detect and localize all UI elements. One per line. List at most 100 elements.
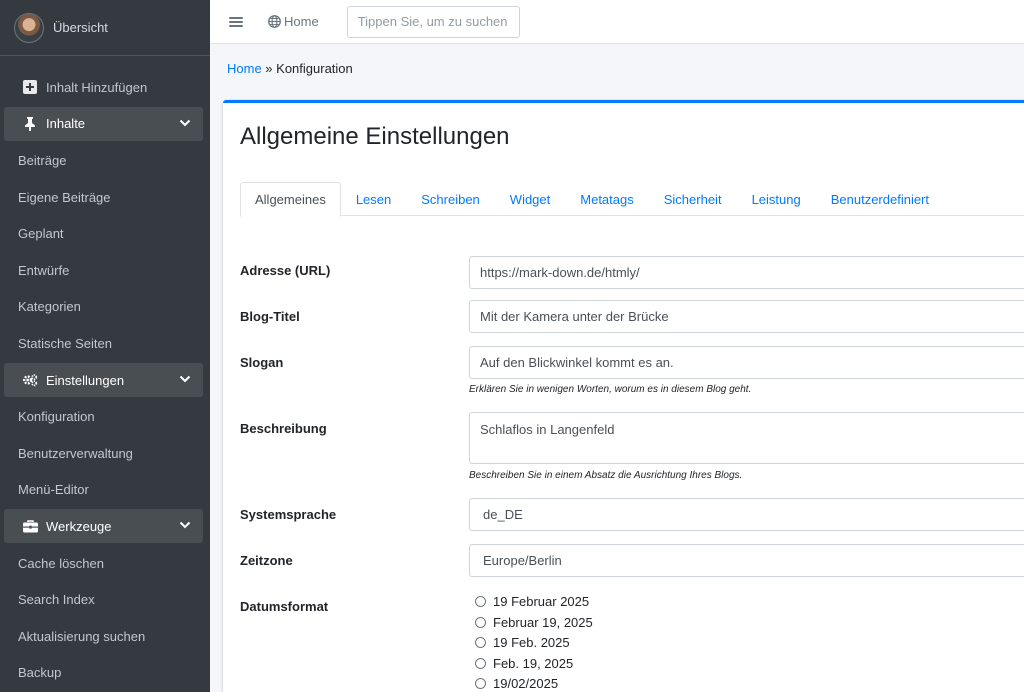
settings-card: Allgemeine Einstellungen Allgemeines Les… [223, 100, 1024, 692]
sidebar-item-label: Kategorien [18, 299, 81, 315]
sidebar-section-tools[interactable]: Werkzeuge [4, 509, 203, 544]
sidebar-item-drafts[interactable]: Entwürfe [0, 252, 210, 289]
sidebar-item-posts[interactable]: Beiträge [0, 142, 210, 179]
sidebar-item-clear-cache[interactable]: Cache löschen [0, 545, 210, 582]
description-label: Beschreibung [240, 421, 327, 436]
sidebar-item-menu-editor[interactable]: Menü-Editor [0, 472, 210, 509]
breadcrumb: Home » Konfiguration [227, 61, 353, 76]
sidebar-item-categories[interactable]: Kategorien [0, 289, 210, 326]
sidebar-item-scheduled[interactable]: Geplant [0, 215, 210, 252]
page-title: Allgemeine Einstellungen [240, 123, 510, 150]
sidebar-item-static-pages[interactable]: Statische Seiten [0, 325, 210, 362]
sidebar-section-label: Einstellungen [46, 372, 125, 388]
sidebar-section-label: Inhalte [46, 116, 86, 132]
user-panel[interactable]: Übersicht [0, 0, 210, 56]
avatar [14, 12, 44, 43]
url-value: https://mark-down.de/htmly/ [480, 265, 640, 280]
home-link-label: Home [284, 14, 319, 29]
slogan-label: Slogan [240, 355, 284, 370]
radio-label: 19/02/2025 [493, 676, 559, 691]
sidebar-item-backup[interactable]: Backup [0, 655, 210, 692]
slogan-field[interactable]: Auf den Blickwinkel kommt es an. [469, 346, 1024, 379]
blog-title-label: Blog-Titel [240, 309, 300, 324]
tab-general[interactable]: Allgemeines [240, 182, 341, 217]
date-format-option[interactable]: Februar 19, 2025 [475, 615, 593, 630]
sidebar-item-user-management[interactable]: Benutzerverwaltung [0, 435, 210, 472]
tab-widget[interactable]: Widget [495, 182, 565, 216]
radio-button[interactable] [475, 616, 486, 628]
chevron-down-icon [179, 519, 191, 534]
language-value: de_DE [483, 507, 523, 522]
sidebar-item-label: Entwürfe [18, 262, 70, 278]
radio-label: Feb. 19, 2025 [493, 655, 574, 671]
sidebar-item-label: Search Index [18, 592, 95, 608]
description-textarea[interactable]: Schlaflos in Langenfeld [469, 412, 1024, 464]
language-label: Systemsprache [240, 507, 337, 522]
menu-toggle-icon[interactable] [229, 15, 243, 29]
radio-label: 19 Feb. 2025 [493, 635, 570, 650]
sidebar-item-label: Inhalt Hinzufügen [46, 79, 148, 95]
url-field[interactable]: https://mark-down.de/htmly/ [469, 256, 1024, 289]
sidebar-item-check-update[interactable]: Aktualisierung suchen [0, 618, 210, 655]
radio-button[interactable] [475, 637, 486, 648]
timezone-value: Europe/Berlin [483, 553, 562, 568]
blog-title-field[interactable]: Mit der Kamera unter der Brücke [469, 300, 1024, 333]
date-format-option[interactable]: Feb. 19, 2025 [475, 656, 573, 671]
sidebar-section-settings[interactable]: Einstellungen [4, 363, 203, 398]
radio-button[interactable] [475, 678, 486, 689]
sidebar: Übersicht Inhalt Hinzufügen Inhalte Beit… [0, 0, 210, 692]
radio-button[interactable] [475, 596, 486, 607]
sidebar-item-label: Eigene Beiträge [18, 189, 111, 205]
sidebar-nav: Inhalt Hinzufügen Inhalte Beiträge Eigen… [0, 56, 210, 691]
date-format-label: Datumsformat [240, 599, 329, 614]
slogan-value: Auf den Blickwinkel kommt es an. [480, 355, 674, 370]
sidebar-item-label: Cache löschen [18, 555, 104, 571]
sidebar-item-label: Backup [18, 665, 62, 681]
tab-metatags[interactable]: Metatags [565, 182, 648, 216]
tab-custom[interactable]: Benutzerdefiniert [816, 182, 944, 216]
radio-label: 19 Februar 2025 [493, 594, 590, 609]
description-value: Schlaflos in Langenfeld [480, 422, 615, 437]
globe-icon [268, 15, 281, 28]
top-navbar: Home [210, 0, 1024, 44]
sidebar-section-content[interactable]: Inhalte [4, 106, 203, 141]
settings-tabs: Allgemeines Lesen Schreiben Widget Metat… [240, 182, 1024, 217]
sidebar-section-label: Werkzeuge [46, 518, 112, 534]
date-format-option[interactable]: 19/02/2025 [475, 676, 558, 691]
tab-performance[interactable]: Leistung [737, 182, 816, 216]
timezone-label: Zeitzone [240, 553, 293, 568]
chevron-down-icon [179, 373, 191, 388]
timezone-select[interactable]: Europe/Berlin [469, 544, 1024, 577]
sidebar-item-label: Benutzerverwaltung [18, 445, 133, 461]
tab-security[interactable]: Sicherheit [649, 182, 737, 216]
sidebar-item-own-posts[interactable]: Eigene Beiträge [0, 179, 210, 216]
sidebar-item-search-index[interactable]: Search Index [0, 581, 210, 618]
url-label: Adresse (URL) [240, 263, 331, 278]
search-input[interactable] [346, 5, 520, 38]
plus-square-icon [22, 79, 38, 95]
sidebar-item-label: Aktualisierung suchen [18, 628, 146, 644]
radio-label: Februar 19, 2025 [493, 614, 593, 630]
tab-writing[interactable]: Schreiben [406, 182, 495, 216]
slogan-help-text: Erklären Sie in wenigen Worten, worum es… [469, 384, 752, 395]
language-select[interactable]: de_DE [469, 498, 1024, 531]
breadcrumb-home-link[interactable]: Home [227, 61, 262, 76]
cogs-icon [22, 372, 38, 388]
chevron-down-icon [179, 117, 191, 132]
breadcrumb-current: Konfiguration [276, 61, 353, 76]
sidebar-item-label: Statische Seiten [18, 335, 112, 351]
sidebar-item-label: Menü-Editor [18, 482, 89, 498]
sidebar-item-configuration[interactable]: Konfiguration [0, 398, 210, 435]
pin-icon [22, 116, 38, 132]
home-link[interactable]: Home [268, 14, 319, 29]
dashboard-link[interactable]: Übersicht [53, 20, 108, 35]
radio-button[interactable] [475, 657, 486, 669]
blog-title-value: Mit der Kamera unter der Brücke [480, 309, 669, 324]
tab-reading[interactable]: Lesen [341, 182, 406, 216]
sidebar-item-add-content[interactable]: Inhalt Hinzufügen [0, 69, 210, 106]
date-format-option[interactable]: 19 Feb. 2025 [475, 635, 570, 650]
date-format-option[interactable]: 19 Februar 2025 [475, 594, 589, 609]
description-help-text: Beschreiben Sie in einem Absatz die Ausr… [469, 470, 743, 481]
sidebar-item-label: Beiträge [18, 152, 67, 168]
sidebar-item-label: Geplant [18, 226, 64, 242]
